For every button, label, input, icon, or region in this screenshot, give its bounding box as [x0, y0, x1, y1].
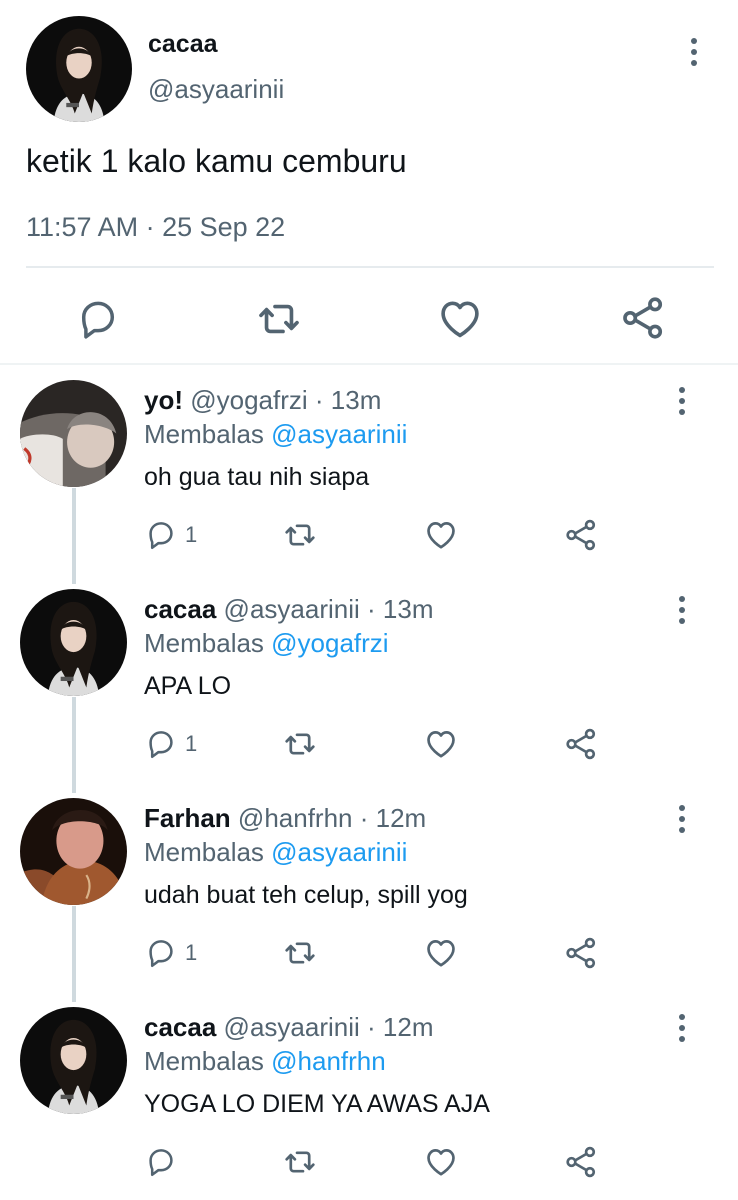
reply-tweet[interactable]: Farhan @hanfrhn · 12m Membalas @asyaarin… — [0, 783, 738, 993]
tweet-timestamp[interactable]: 11:57 AM · 25 Sep 22 — [26, 212, 285, 243]
heart-icon[interactable] — [437, 296, 483, 342]
reply-time: · 12m — [367, 1012, 434, 1042]
reply-header: cacaa @asyaarinii · 13m — [144, 594, 433, 625]
mention-link[interactable]: @hanfrhn — [271, 1046, 386, 1076]
replying-to: Membalas @asyaarinii — [144, 837, 407, 868]
mention-link[interactable]: @asyaarinii — [271, 837, 407, 867]
reply-text: APA LO — [144, 672, 232, 700]
share-icon[interactable] — [620, 295, 666, 341]
more-vertical-icon[interactable] — [670, 592, 694, 628]
replying-to-label: Membalas — [144, 1046, 272, 1076]
retweet-icon[interactable] — [283, 727, 317, 761]
avatar[interactable] — [26, 16, 132, 122]
heart-icon[interactable] — [424, 1145, 458, 1179]
replying-to: Membalas @hanfrhn — [144, 1046, 386, 1077]
heart-icon[interactable] — [424, 727, 458, 761]
author-name[interactable]: cacaa — [144, 594, 216, 624]
reply-text: oh gua tau nih siapa — [144, 463, 370, 491]
replying-to-label: Membalas — [144, 628, 272, 658]
reply-count: 1 — [185, 731, 198, 756]
avatar[interactable] — [20, 798, 127, 905]
share-icon[interactable] — [564, 936, 598, 970]
reply-count: 1 — [185, 522, 198, 547]
more-vertical-icon[interactable] — [682, 34, 706, 70]
replying-to: Membalas @yogafrzi — [144, 628, 389, 659]
avatar[interactable] — [20, 380, 127, 487]
mention-link[interactable]: @yogafrzi — [271, 628, 388, 658]
reply-bubble-icon[interactable] — [145, 936, 177, 968]
heart-icon[interactable] — [424, 518, 458, 552]
reply-tweet[interactable]: cacaa @asyaarinii · 12m Membalas @hanfrh… — [0, 992, 738, 1200]
mention-link[interactable]: @asyaarinii — [271, 419, 407, 449]
author-name[interactable]: Farhan — [144, 803, 231, 833]
avatar[interactable] — [20, 589, 127, 696]
author-handle[interactable]: @yogafrzi — [190, 385, 307, 415]
author-handle[interactable]: @asyaarinii — [224, 1012, 360, 1042]
reply-bubble-icon[interactable] — [145, 727, 177, 759]
reply-tweet[interactable]: cacaa @asyaarinii · 13m Membalas @yogafr… — [0, 574, 738, 784]
author-handle[interactable]: @asyaarinii — [148, 74, 284, 105]
replying-to-label: Membalas — [144, 419, 272, 449]
reply-time: · 13m — [367, 594, 434, 624]
reply-actions: 1 — [0, 933, 738, 973]
author-name[interactable]: cacaa — [148, 30, 218, 59]
author-name[interactable]: cacaa — [144, 1012, 216, 1042]
retweet-icon[interactable] — [283, 1145, 317, 1179]
reply-actions — [0, 1142, 738, 1182]
main-tweet: cacaa @asyaarinii ketik 1 kalo kamu cemb… — [0, 0, 738, 355]
retweet-icon[interactable] — [256, 296, 302, 342]
divider — [26, 266, 714, 268]
reply-header: Farhan @hanfrhn · 12m — [144, 803, 426, 834]
tweet-actions — [0, 290, 738, 346]
author-handle[interactable]: @hanfrhn — [238, 803, 353, 833]
replying-to-label: Membalas — [144, 837, 272, 867]
more-vertical-icon[interactable] — [670, 383, 694, 419]
share-icon[interactable] — [564, 518, 598, 552]
share-icon[interactable] — [564, 727, 598, 761]
share-icon[interactable] — [564, 1145, 598, 1179]
reply-text: udah buat teh celup, spill yog — [144, 881, 468, 909]
tweet-text: ketik 1 kalo kamu cemburu — [26, 143, 407, 179]
avatar[interactable] — [20, 1007, 127, 1114]
author-name[interactable]: yo! — [144, 385, 183, 415]
replying-to: Membalas @asyaarinii — [144, 419, 407, 450]
reply-header: yo! @yogafrzi · 13m — [144, 385, 381, 416]
reply-text: YOGA LO DIEM YA AWAS AJA — [144, 1090, 490, 1118]
reply-header: cacaa @asyaarinii · 12m — [144, 1012, 433, 1043]
reply-bubble-icon[interactable] — [145, 518, 177, 550]
reply-actions: 1 — [0, 515, 738, 555]
reply-bubble-icon[interactable] — [76, 296, 120, 340]
reply-time: · 13m — [314, 385, 382, 415]
more-vertical-icon[interactable] — [670, 801, 694, 837]
author-handle[interactable]: @asyaarinii — [224, 594, 360, 624]
retweet-icon[interactable] — [283, 936, 317, 970]
reply-count: 1 — [185, 940, 198, 965]
reply-tweet[interactable]: yo! @yogafrzi · 13m Membalas @asyaarinii… — [0, 365, 738, 575]
reply-time: · 12m — [359, 803, 427, 833]
more-vertical-icon[interactable] — [670, 1010, 694, 1046]
reply-bubble-icon[interactable] — [145, 1145, 177, 1177]
heart-icon[interactable] — [424, 936, 458, 970]
retweet-icon[interactable] — [283, 518, 317, 552]
reply-actions: 1 — [0, 724, 738, 764]
